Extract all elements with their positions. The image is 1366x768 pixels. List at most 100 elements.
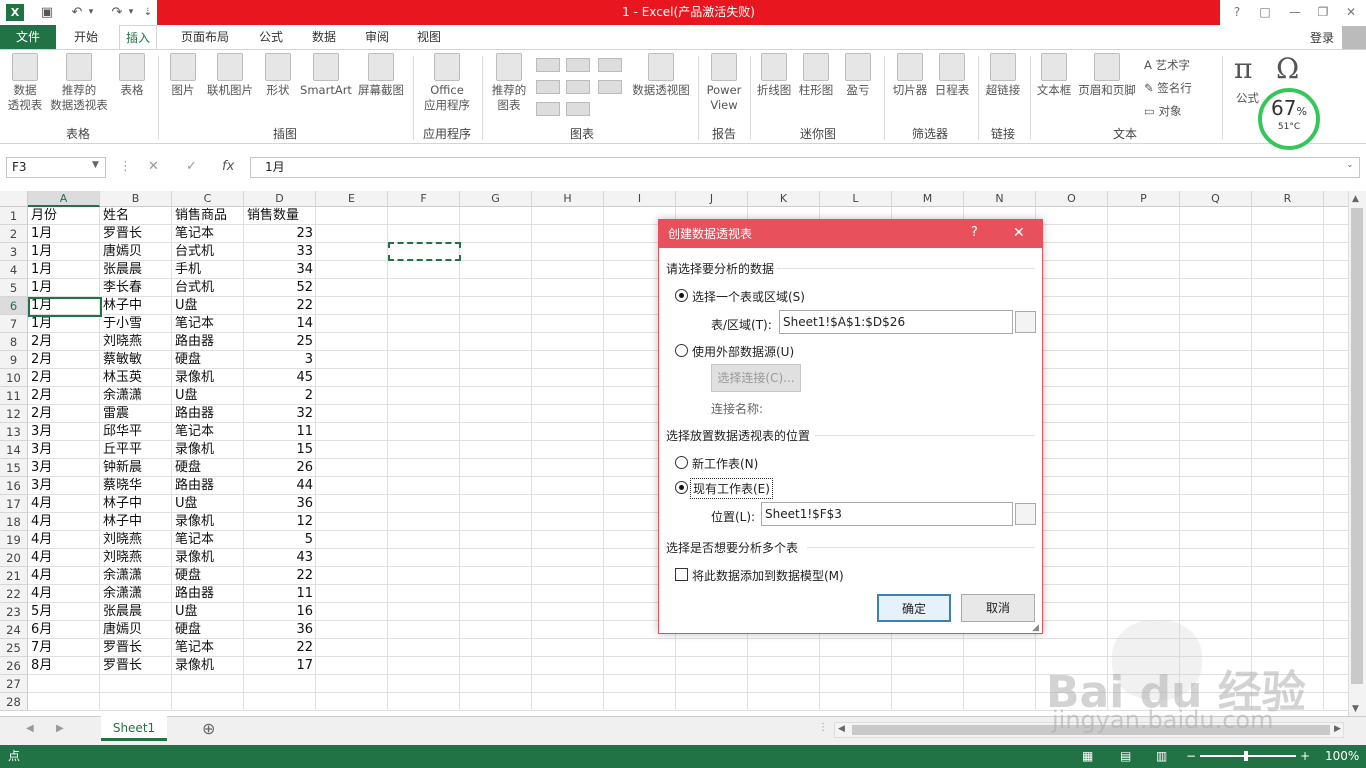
- equation-pi-icon[interactable]: π: [1234, 52, 1252, 85]
- zoom-in-icon[interactable]: +: [1300, 745, 1310, 768]
- cell-c26[interactable]: 录像机: [172, 657, 244, 675]
- pivot-chart-button[interactable]: 数据透视图: [628, 53, 694, 98]
- cell-a5[interactable]: 1月: [28, 279, 100, 297]
- hscroll-left-icon[interactable]: ◀: [838, 724, 845, 734]
- cell-c24[interactable]: 硬盘: [172, 621, 244, 639]
- confirm-entry-icon[interactable]: ✓: [186, 159, 197, 174]
- cell-b12[interactable]: 雷震: [100, 405, 172, 423]
- row-header-6[interactable]: 6: [0, 297, 28, 315]
- prev-sheet-icon[interactable]: ◀: [26, 723, 34, 734]
- formula-input[interactable]: 1月: [250, 157, 1360, 178]
- cell-a14[interactable]: 3月: [28, 441, 100, 459]
- cell-b25[interactable]: 罗晋长: [100, 639, 172, 657]
- cell-d3[interactable]: 33: [244, 243, 316, 261]
- column-header-l[interactable]: L: [820, 191, 892, 207]
- cell-c17[interactable]: U盘: [172, 495, 244, 513]
- checkbox-add-data-model[interactable]: [675, 568, 688, 581]
- scroll-up-icon[interactable]: ▲: [1352, 194, 1359, 204]
- tab-insert[interactable]: 插入: [119, 25, 158, 49]
- cell-a4[interactable]: 1月: [28, 261, 100, 279]
- area-chart-icon[interactable]: [566, 80, 590, 94]
- row-header-7[interactable]: 7: [0, 315, 28, 333]
- zoom-level[interactable]: 100%: [1325, 745, 1359, 768]
- choose-connection-button[interactable]: 选择连接(C)...: [711, 364, 801, 392]
- normal-view-icon[interactable]: ▦: [1082, 745, 1093, 768]
- row-header-18[interactable]: 18: [0, 513, 28, 531]
- row-header-23[interactable]: 23: [0, 603, 28, 621]
- save-icon[interactable]: ▣: [36, 3, 58, 22]
- row-header-15[interactable]: 15: [0, 459, 28, 477]
- cell-c12[interactable]: 路由器: [172, 405, 244, 423]
- row-header-3[interactable]: 3: [0, 243, 28, 261]
- row-header-2[interactable]: 2: [0, 225, 28, 243]
- row-header-20[interactable]: 20: [0, 549, 28, 567]
- scatter-chart-icon[interactable]: [566, 102, 590, 116]
- undo-icon[interactable]: ↶: [66, 3, 88, 22]
- header-footer-button[interactable]: 页眉和页脚: [1076, 53, 1138, 98]
- minimize-button[interactable]: —: [1282, 3, 1308, 21]
- cell-c3[interactable]: 台式机: [172, 243, 244, 261]
- row-header-13[interactable]: 13: [0, 423, 28, 441]
- cell-b17[interactable]: 林子中: [100, 495, 172, 513]
- cell-a2[interactable]: 1月: [28, 225, 100, 243]
- cell-a12[interactable]: 2月: [28, 405, 100, 423]
- table-range-input[interactable]: Sheet1!$A$1:$D$26: [779, 310, 1013, 334]
- cell-a3[interactable]: 1月: [28, 243, 100, 261]
- cell-b3[interactable]: 唐嫣贝: [100, 243, 172, 261]
- name-box[interactable]: F3: [6, 157, 106, 178]
- location-input[interactable]: Sheet1!$F$3: [761, 502, 1013, 526]
- tab-formulas[interactable]: 公式: [253, 25, 289, 49]
- cell-d12[interactable]: 32: [244, 405, 316, 423]
- login-link[interactable]: 登录: [1310, 29, 1334, 46]
- row-header-10[interactable]: 10: [0, 369, 28, 387]
- cell-c1[interactable]: 销售商品: [172, 207, 244, 225]
- cell-a21[interactable]: 4月: [28, 567, 100, 585]
- cell-b19[interactable]: 刘晓燕: [100, 531, 172, 549]
- cell-c2[interactable]: 笔记本: [172, 225, 244, 243]
- cell-d5[interactable]: 52: [244, 279, 316, 297]
- textbox-button[interactable]: 文本框: [1034, 53, 1074, 98]
- column-header-i[interactable]: I: [604, 191, 676, 207]
- cell-c8[interactable]: 路由器: [172, 333, 244, 351]
- power-view-button[interactable]: Power View: [702, 53, 746, 113]
- tab-home[interactable]: 开始: [68, 25, 104, 49]
- cell-b18[interactable]: 林子中: [100, 513, 172, 531]
- column-header-k[interactable]: K: [748, 191, 820, 207]
- cell-a18[interactable]: 4月: [28, 513, 100, 531]
- cell-d13[interactable]: 11: [244, 423, 316, 441]
- tab-data[interactable]: 数据: [306, 25, 342, 49]
- cell-d2[interactable]: 23: [244, 225, 316, 243]
- restore-button[interactable]: ❐: [1310, 3, 1336, 21]
- cell-c18[interactable]: 录像机: [172, 513, 244, 531]
- row-header-5[interactable]: 5: [0, 279, 28, 297]
- cell-b23[interactable]: 张晨晨: [100, 603, 172, 621]
- wordart-button[interactable]: A 艺术字: [1144, 57, 1190, 73]
- cell-c21[interactable]: 硬盘: [172, 567, 244, 585]
- cell-a13[interactable]: 3月: [28, 423, 100, 441]
- cell-a22[interactable]: 4月: [28, 585, 100, 603]
- cell-b15[interactable]: 钟新晨: [100, 459, 172, 477]
- bar-chart-icon[interactable]: [598, 58, 622, 72]
- cell-a26[interactable]: 8月: [28, 657, 100, 675]
- column-header-p[interactable]: P: [1108, 191, 1180, 207]
- cell-a15[interactable]: 3月: [28, 459, 100, 477]
- recommended-pivot-button[interactable]: 推荐的 数据透视表: [46, 53, 112, 113]
- tab-view[interactable]: 视图: [411, 25, 447, 49]
- signature-line-button[interactable]: ✎ 签名行: [1144, 80, 1192, 96]
- cell-a16[interactable]: 3月: [28, 477, 100, 495]
- cell-c23[interactable]: U盘: [172, 603, 244, 621]
- row-header-25[interactable]: 25: [0, 639, 28, 657]
- cell-a7[interactable]: 1月: [28, 315, 100, 333]
- column-header-d[interactable]: D: [244, 191, 316, 207]
- cell-a1[interactable]: 月份: [28, 207, 100, 225]
- cell-d11[interactable]: 2: [244, 387, 316, 405]
- cell-a11[interactable]: 2月: [28, 387, 100, 405]
- column-header-j[interactable]: J: [676, 191, 748, 207]
- hyperlink-button[interactable]: 超链接: [982, 53, 1024, 98]
- cell-d10[interactable]: 45: [244, 369, 316, 387]
- pie-chart-icon[interactable]: [536, 102, 560, 116]
- ok-button[interactable]: 确定: [877, 594, 951, 622]
- hscroll-split-icon[interactable]: ⋮: [818, 722, 828, 733]
- cell-d23[interactable]: 16: [244, 603, 316, 621]
- column-header-r[interactable]: R: [1252, 191, 1324, 207]
